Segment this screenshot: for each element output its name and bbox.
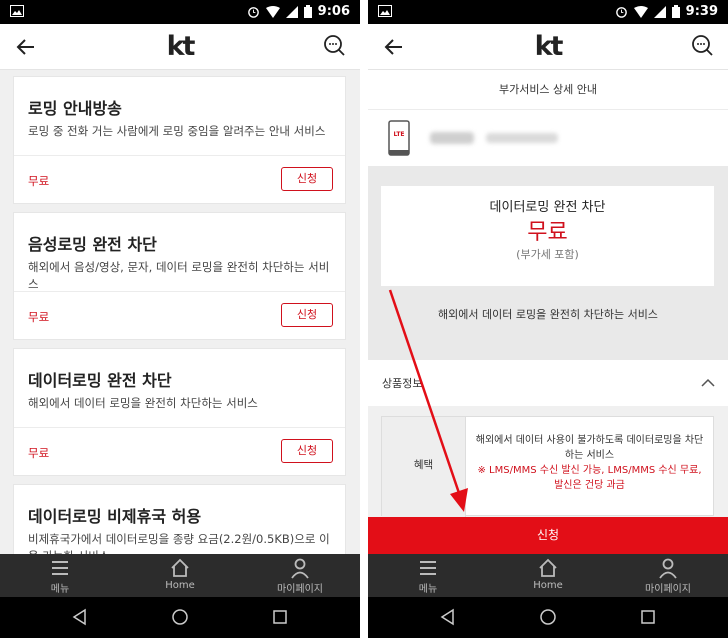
status-time: 9:39 [685, 4, 718, 19]
system-nav-bar [368, 597, 728, 638]
status-icons: 9:06 [247, 4, 350, 19]
person-icon [291, 558, 309, 579]
divider [14, 155, 345, 156]
battery-icon [671, 5, 680, 18]
phone-screen-right: 9:39 kt 부가서비스 상세 안내 LTE 데이터로밍 완전 차단 무료 (… [368, 0, 728, 638]
service-card: 로밍 안내방송 로밍 중 전화 거는 사람에게 로밍 중임을 알려주는 안내 서… [13, 76, 346, 204]
home-icon [539, 558, 557, 577]
bottom-nav: 메뉴 Home 마이페이지 [0, 554, 360, 597]
battery-icon [303, 5, 312, 18]
nav-menu-label: 메뉴 [418, 584, 438, 595]
gallery-notification-icon [10, 5, 24, 21]
status-bar: 9:39 [368, 0, 728, 24]
masked-number [486, 133, 558, 143]
table-cell-benefit: 해외에서 데이터 사용이 불가하도록 데이터로밍을 차단하는 서비스 ※ LMS… [472, 433, 707, 493]
service-desc: 비제휴국가에서 데이터로밍을 종량 요금(2.2원/0.5KB)으로 이용 가능… [28, 532, 330, 554]
service-price: 무료 [527, 220, 568, 245]
nav-menu-label: 메뉴 [50, 584, 70, 595]
masked-name [430, 132, 474, 144]
app-header: kt [368, 24, 728, 70]
system-nav-bar [0, 597, 360, 638]
nav-mypage-label: 마이페이지 [645, 584, 691, 595]
system-recents-icon[interactable] [638, 607, 658, 627]
phone-screen-left: 9:06 kt 로밍 안내방송 로밍 중 전화 거는 사람에게 로밍 중임을 알… [0, 0, 360, 638]
person-icon [659, 558, 677, 579]
nav-menu[interactable]: 메뉴 [0, 554, 120, 597]
system-home-icon[interactable] [170, 607, 190, 627]
status-icons: 9:39 [615, 4, 718, 19]
hamburger-icon [420, 561, 436, 575]
chevron-up-icon[interactable] [700, 375, 716, 391]
nav-mypage[interactable]: 마이페이지 [240, 554, 360, 597]
apply-button[interactable]: 신청 [281, 303, 333, 327]
price-box: 데이터로밍 완전 차단 무료 (부가세 포함) [381, 186, 714, 286]
divider [14, 291, 345, 292]
home-icon [171, 558, 189, 577]
system-recents-icon[interactable] [270, 607, 290, 627]
alarm-icon [247, 7, 259, 18]
search-icon[interactable] [322, 33, 346, 57]
alarm-icon [615, 7, 627, 18]
service-title: 데이터로밍 완전 차단 [28, 371, 172, 390]
service-desc: 해외에서 데이터 로밍을 완전히 차단하는 서비스 [28, 396, 258, 410]
status-bar: 9:06 [0, 0, 360, 24]
status-time: 9:06 [317, 4, 350, 19]
page-title: 부가서비스 상세 안내 [368, 70, 728, 110]
service-card: 데이터로밍 완전 차단 해외에서 데이터 로밍을 완전히 차단하는 서비스 무료… [13, 348, 346, 476]
bottom-nav: 메뉴 Home 마이페이지 [368, 554, 728, 597]
apply-button[interactable]: 신청 [281, 439, 333, 463]
nav-mypage-label: 마이페이지 [277, 584, 323, 595]
service-list[interactable]: 로밍 안내방송 로밍 중 전화 거는 사람에게 로밍 중임을 알려주는 안내 서… [0, 70, 360, 554]
nav-home[interactable]: Home [488, 554, 608, 597]
apply-button[interactable]: 신청 [281, 167, 333, 191]
lte-badge: LTE [393, 131, 404, 138]
table-header-benefit: 혜택 [382, 417, 466, 517]
nav-menu[interactable]: 메뉴 [368, 554, 488, 597]
hamburger-icon [52, 561, 68, 575]
nav-mypage[interactable]: 마이페이지 [608, 554, 728, 597]
app-header: kt [0, 24, 360, 70]
system-back-icon[interactable] [70, 607, 90, 627]
kt-logo[interactable]: kt [0, 31, 360, 62]
service-price: 무료 [28, 446, 50, 460]
service-summary: 데이터로밍 완전 차단 무료 (부가세 포함) 해외에서 데이터 로밍을 완전히… [368, 166, 728, 360]
search-icon[interactable] [690, 33, 714, 57]
service-desc: 해외에서 음성/영상, 문자, 데이터 로밍을 완전히 차단하는 서비스 [28, 260, 330, 291]
service-card: 데이터로밍 비제휴국 허용 비제휴국가에서 데이터로밍을 종량 요금(2.2원/… [13, 484, 346, 554]
system-home-icon[interactable] [538, 607, 558, 627]
service-card: 음성로밍 완전 차단 해외에서 음성/영상, 문자, 데이터 로밍을 완전히 차… [13, 212, 346, 340]
service-title: 로밍 안내방송 [28, 99, 122, 118]
service-description: 해외에서 데이터 로밍을 완전히 차단하는 서비스 [438, 308, 658, 321]
service-price: 무료 [28, 174, 50, 188]
system-back-icon[interactable] [438, 607, 458, 627]
gallery-notification-icon [378, 5, 392, 21]
service-desc: 로밍 중 전화 거는 사람에게 로밍 중임을 알려주는 안내 서비스 [28, 124, 326, 138]
nav-home[interactable]: Home [120, 554, 240, 597]
subscriber-row: LTE [368, 110, 728, 166]
nav-home-label: Home [533, 580, 563, 591]
product-info-label: 상품정보 [382, 377, 423, 390]
vat-note: (부가세 포함) [516, 248, 579, 261]
signal-icon [285, 5, 298, 18]
product-info-toggle[interactable]: 상품정보 [368, 360, 728, 406]
benefit-text: 해외에서 데이터 사용이 불가하도록 데이터로밍을 차단하는 서비스 [475, 435, 704, 461]
service-name: 데이터로밍 완전 차단 [489, 200, 606, 215]
service-title: 음성로밍 완전 차단 [28, 235, 157, 254]
service-price: 무료 [28, 310, 50, 324]
benefit-note: ※ LMS/MMS 수신 발신 가능, LMS/MMS 수신 무료, 발신은 건… [477, 465, 702, 491]
apply-button[interactable]: 신청 [368, 517, 728, 554]
nav-home-label: Home [165, 580, 195, 591]
signal-icon [653, 5, 666, 18]
divider [14, 427, 345, 428]
phone-device-icon: LTE [388, 120, 410, 156]
wifi-icon [633, 5, 648, 18]
wifi-icon [265, 5, 280, 18]
product-info-table: 혜택 해외에서 데이터 사용이 불가하도록 데이터로밍을 차단하는 서비스 ※ … [381, 416, 714, 517]
service-title: 데이터로밍 비제휴국 허용 [28, 507, 202, 526]
kt-logo[interactable]: kt [368, 31, 728, 62]
